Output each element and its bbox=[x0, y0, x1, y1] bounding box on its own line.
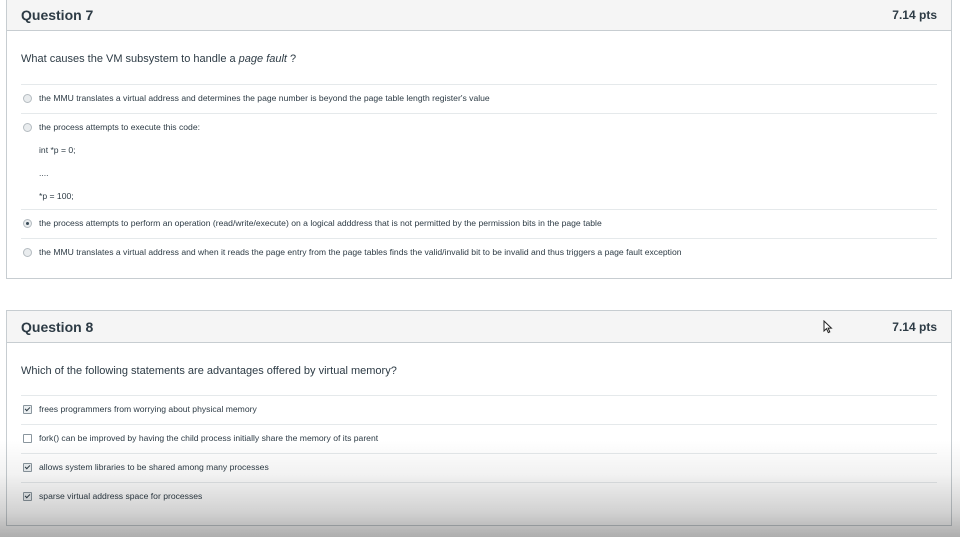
prompt-emphasis: page fault bbox=[238, 53, 287, 65]
code-line: int *p = 0; bbox=[39, 145, 76, 155]
answer-option-3[interactable]: allows system libraries to be shared amo… bbox=[21, 453, 937, 482]
question-7-prompt: What causes the VM subsystem to handle a… bbox=[21, 53, 937, 65]
question-8-card: Question 8 7.14 pts Which of the followi… bbox=[6, 310, 952, 526]
code-line: *p = 100; bbox=[39, 191, 74, 201]
question-8-points: 7.14 pts bbox=[892, 319, 937, 334]
answer-option-2[interactable]: fork() can be improved by having the chi… bbox=[21, 424, 937, 453]
radio-button-selected[interactable] bbox=[23, 219, 32, 228]
radio-button[interactable] bbox=[23, 248, 32, 257]
question-7-title: Question 7 bbox=[21, 7, 94, 23]
checkbox[interactable] bbox=[23, 434, 32, 443]
answer-label: frees programmers from worrying about ph… bbox=[39, 404, 257, 414]
answer-label: sparse virtual address space for process… bbox=[39, 491, 203, 501]
checkbox-checked[interactable] bbox=[23, 405, 32, 414]
radio-button[interactable] bbox=[23, 123, 32, 132]
answer-option-1[interactable]: the MMU translates a virtual address and… bbox=[21, 84, 937, 113]
answer-label: the MMU translates a virtual address and… bbox=[39, 93, 490, 103]
answer-option-3[interactable]: the process attempts to perform an opera… bbox=[21, 209, 937, 238]
prompt-text: What causes the VM subsystem to handle a bbox=[21, 53, 239, 65]
answer-option-4[interactable]: the MMU translates a virtual address and… bbox=[21, 238, 937, 267]
question-7-header: Question 7 7.14 pts bbox=[7, 0, 951, 31]
checkbox-checked[interactable] bbox=[23, 463, 32, 472]
question-8-title: Question 8 bbox=[21, 318, 94, 335]
question-8-prompt: Which of the following statements are ad… bbox=[21, 365, 397, 377]
question-7-card: Question 7 7.14 pts What causes the VM s… bbox=[6, 0, 952, 279]
question-8-header: Question 8 7.14 pts bbox=[7, 311, 951, 343]
answer-label: fork() can be improved by having the chi… bbox=[39, 433, 379, 443]
answer-label: the process attempts to execute this cod… bbox=[39, 122, 200, 132]
checkbox-checked[interactable] bbox=[23, 492, 32, 501]
question-7-points: 7.14 pts bbox=[892, 8, 937, 22]
answer-label: the process attempts to perform an opera… bbox=[39, 218, 602, 228]
prompt-suffix: ? bbox=[287, 53, 297, 65]
answer-option-2[interactable]: the process attempts to execute this cod… bbox=[21, 113, 937, 209]
radio-button[interactable] bbox=[23, 94, 32, 103]
code-line: .... bbox=[39, 168, 49, 178]
answer-option-1[interactable]: frees programmers from worrying about ph… bbox=[21, 395, 937, 424]
answer-option-4[interactable]: sparse virtual address space for process… bbox=[21, 482, 937, 511]
mouse-cursor-icon bbox=[823, 320, 833, 334]
answer-label: allows system libraries to be shared amo… bbox=[39, 462, 269, 472]
answer-label: the MMU translates a virtual address and… bbox=[39, 247, 682, 257]
